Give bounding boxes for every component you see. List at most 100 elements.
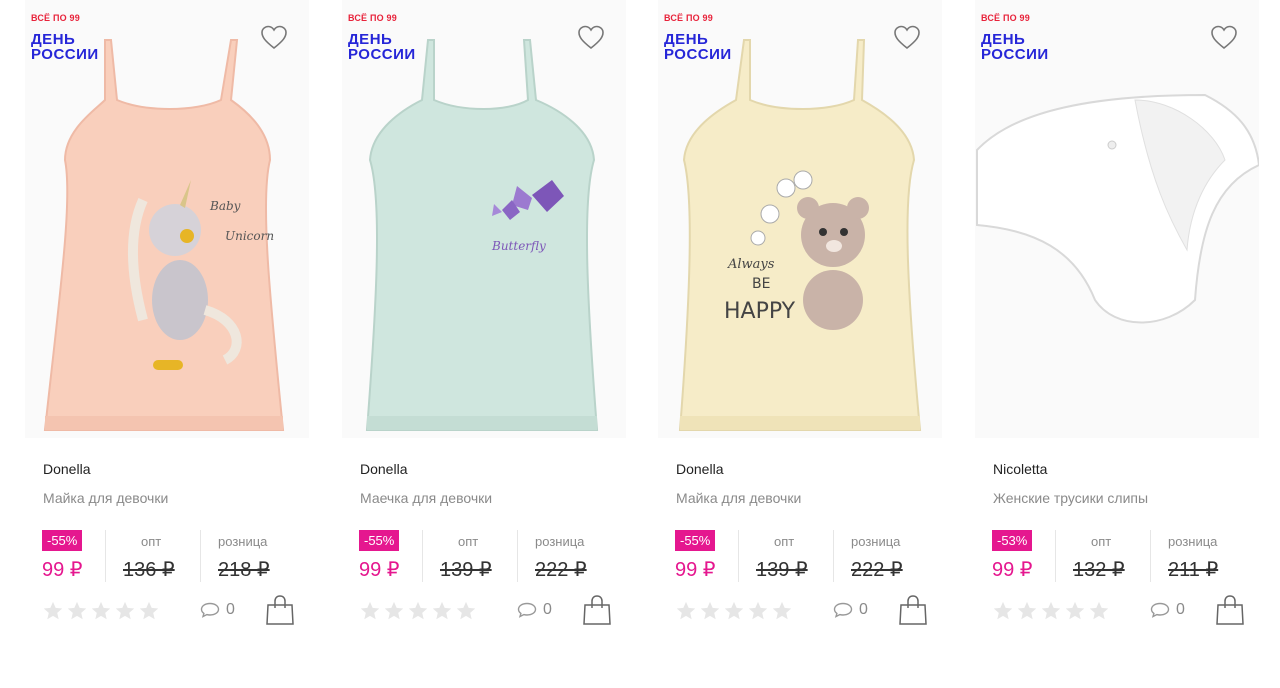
star-icon[interactable]	[431, 600, 453, 622]
product-title[interactable]: Женские трусики слипы	[993, 490, 1148, 506]
divider	[422, 530, 423, 582]
tank-top-image: Baby Unicorn	[43, 39, 285, 431]
star-icon[interactable]	[771, 600, 793, 622]
comments-link[interactable]: 0	[833, 601, 868, 619]
divider	[517, 530, 518, 582]
star-icon[interactable]	[699, 600, 721, 622]
star-icon[interactable]	[1016, 600, 1038, 622]
star-icon[interactable]	[723, 600, 745, 622]
promo-label: ДЕНЬ РОССИИ	[31, 31, 99, 63]
wholesale-price: 136 ₽	[123, 559, 175, 581]
svg-text:Always: Always	[727, 257, 775, 272]
star-icon[interactable]	[138, 600, 160, 622]
rating-stars[interactable]	[42, 600, 160, 622]
product-card[interactable]: ВСЁ ПО 99 ДЕНЬ РОССИИ Nicoletta Женские …	[967, 0, 1267, 660]
retail-price: 218 ₽	[218, 559, 270, 581]
comments-link[interactable]: 0	[517, 601, 552, 619]
heart-icon[interactable]	[893, 24, 921, 50]
star-icon[interactable]	[114, 600, 136, 622]
star-icon[interactable]	[66, 600, 88, 622]
comment-icon	[517, 602, 537, 618]
retail-label: розница	[851, 534, 901, 549]
comments-count: 0	[543, 601, 552, 618]
retail-label: розница	[218, 534, 268, 549]
retail-price: 222 ₽	[535, 559, 587, 581]
shopping-bag-icon[interactable]	[265, 594, 295, 626]
wholesale-price: 139 ₽	[440, 559, 492, 581]
product-image[interactable]: Baby Unicorn	[25, 0, 309, 438]
product-brand[interactable]: Donella	[360, 461, 407, 477]
product-image[interactable]: Butterfly	[342, 0, 626, 438]
promo-label: ДЕНЬ РОССИИ	[348, 31, 416, 63]
rating-stars[interactable]	[675, 600, 793, 622]
star-icon[interactable]	[42, 600, 64, 622]
comments-count: 0	[859, 601, 868, 618]
star-icon[interactable]	[1040, 600, 1062, 622]
product-card[interactable]: Baby Unicorn ВСЁ ПО 99 ДЕНЬ РОССИИ Donel…	[17, 0, 317, 660]
heart-icon[interactable]	[577, 24, 605, 50]
comments-count: 0	[1176, 601, 1185, 618]
retail-price: 222 ₽	[851, 559, 903, 581]
product-card[interactable]: Butterfly ВСЁ ПО 99 ДЕНЬ РОССИИ Donella …	[334, 0, 634, 660]
wholesale-price: 139 ₽	[756, 559, 808, 581]
discount-badge: -55%	[675, 530, 716, 551]
star-icon[interactable]	[359, 600, 381, 622]
comments-link[interactable]: 0	[200, 601, 235, 619]
comments-count: 0	[226, 601, 235, 618]
product-image[interactable]: Always BE HAPPY	[658, 0, 942, 438]
star-icon[interactable]	[407, 600, 429, 622]
comments-link[interactable]: 0	[1150, 601, 1185, 619]
current-price: 99 ₽	[42, 559, 83, 581]
wholesale-label: опт	[1091, 534, 1112, 549]
discount-badge: -55%	[359, 530, 400, 551]
tank-top-image: Butterfly	[365, 39, 599, 431]
divider	[200, 530, 201, 582]
star-icon[interactable]	[1088, 600, 1110, 622]
comment-icon	[1150, 602, 1170, 618]
shopping-bag-icon[interactable]	[582, 594, 612, 626]
promo-label: ДЕНЬ РОССИИ	[664, 31, 732, 63]
divider	[1055, 530, 1056, 582]
comment-icon	[833, 602, 853, 618]
current-price: 99 ₽	[675, 559, 716, 581]
star-icon[interactable]	[1064, 600, 1086, 622]
promo-label: ДЕНЬ РОССИИ	[981, 31, 1049, 63]
star-icon[interactable]	[383, 600, 405, 622]
star-icon[interactable]	[675, 600, 697, 622]
divider	[833, 530, 834, 582]
wholesale-label: опт	[774, 534, 795, 549]
product-title[interactable]: Маечка для девочки	[360, 490, 492, 506]
rating-stars[interactable]	[992, 600, 1110, 622]
star-icon[interactable]	[455, 600, 477, 622]
product-brand[interactable]: Nicoletta	[993, 461, 1047, 477]
wholesale-label: опт	[141, 534, 162, 549]
product-card[interactable]: Always BE HAPPY ВСЁ ПО 99 ДЕНЬ РОССИИ Do…	[650, 0, 950, 660]
promo-badge: ВСЁ ПО 99	[31, 13, 80, 23]
product-title[interactable]: Майка для девочки	[676, 490, 801, 506]
promo-badge: ВСЁ ПО 99	[348, 13, 397, 23]
tank-top-image: Always BE HAPPY	[678, 39, 922, 431]
rating-stars[interactable]	[359, 600, 477, 622]
svg-text:Baby: Baby	[209, 199, 241, 213]
heart-icon[interactable]	[1210, 24, 1238, 50]
product-image[interactable]	[975, 0, 1259, 438]
retail-label: розница	[1168, 534, 1218, 549]
divider	[1150, 530, 1151, 582]
shopping-bag-icon[interactable]	[898, 594, 928, 626]
star-icon[interactable]	[747, 600, 769, 622]
shopping-bag-icon[interactable]	[1215, 594, 1245, 626]
comment-icon	[200, 602, 220, 618]
current-price: 99 ₽	[992, 559, 1033, 581]
svg-text:Butterfly: Butterfly	[491, 239, 546, 253]
discount-badge: -55%	[42, 530, 83, 551]
star-icon[interactable]	[992, 600, 1014, 622]
divider	[738, 530, 739, 582]
svg-text:HAPPY: HAPPY	[724, 299, 796, 324]
product-brand[interactable]: Donella	[43, 461, 90, 477]
star-icon[interactable]	[90, 600, 112, 622]
product-brand[interactable]: Donella	[676, 461, 723, 477]
heart-icon[interactable]	[260, 24, 288, 50]
product-title[interactable]: Майка для девочки	[43, 490, 168, 506]
svg-text:Unicorn: Unicorn	[225, 229, 274, 243]
briefs-image	[976, 93, 1259, 324]
